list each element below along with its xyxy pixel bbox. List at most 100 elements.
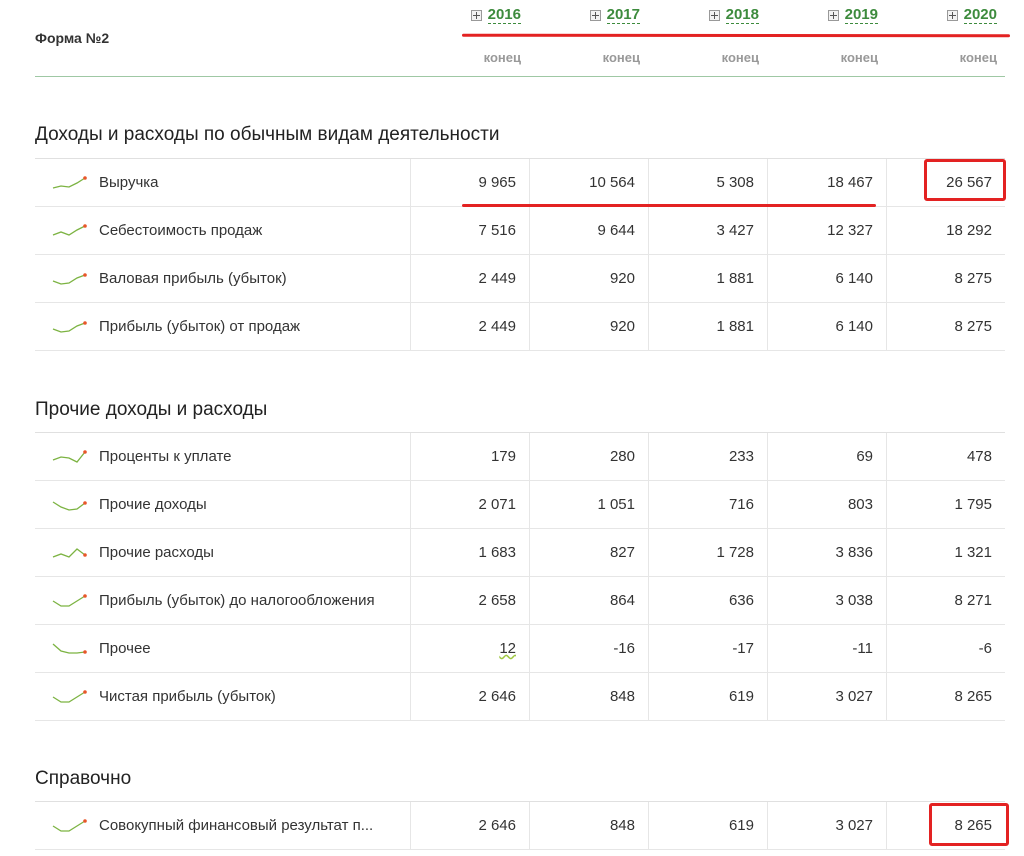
sparkline-icon[interactable]: [52, 449, 88, 465]
cell-value: 1 881: [716, 318, 754, 335]
sparkline-icon[interactable]: [52, 223, 88, 239]
sparkline-icon[interactable]: [52, 271, 88, 287]
sparkline-icon[interactable]: [52, 175, 88, 191]
value-cell: 1 728: [648, 529, 766, 576]
value-cell: 3 027: [767, 802, 885, 849]
year-label[interactable]: 2016: [487, 6, 521, 24]
value-cell: 827: [529, 529, 647, 576]
table-row: Прочие доходы 2 071 1 051 716 803 1 795: [35, 481, 1005, 529]
cell-value: 6 140: [835, 270, 873, 287]
cell-value: 18 292: [946, 222, 992, 239]
period-label: конец: [959, 50, 997, 65]
value-cell: 2 071: [410, 481, 528, 528]
row-label: Прочее: [99, 640, 151, 657]
value-cell: 69: [767, 433, 885, 480]
value-cell: 280: [529, 433, 647, 480]
table-row: Прочее 12 -16 -17 -11 -6: [35, 625, 1005, 673]
sparkline-icon[interactable]: [52, 319, 88, 335]
row-label: Прочие доходы: [99, 496, 207, 513]
plus-square-icon[interactable]: [589, 9, 601, 21]
year-toggle-2016[interactable]: 2016: [470, 6, 521, 24]
row-label: Совокупный финансовый результат п...: [99, 817, 374, 834]
cell-value: 2 071: [478, 496, 516, 513]
cell-value: 69: [856, 448, 873, 465]
year-column-2019: 2019 конец: [767, 0, 885, 76]
value-cell: 9 965: [410, 159, 528, 206]
cell-value: 3 427: [716, 222, 754, 239]
plus-square-icon[interactable]: [827, 9, 839, 21]
cell-value: 6 140: [835, 318, 873, 335]
cell-value: 12 327: [827, 222, 873, 239]
value-cell: 3 027: [767, 673, 885, 720]
form-title: Форма №2: [35, 30, 110, 46]
value-cell: 1 795: [886, 481, 1004, 528]
value-cell: 1 881: [648, 303, 766, 350]
plus-square-icon[interactable]: [470, 9, 482, 21]
table-row: Прибыль (убыток) до налогообложения 2 65…: [35, 577, 1005, 625]
row-name-cell: Прочие доходы: [35, 481, 410, 528]
cell-value: 12: [499, 640, 516, 657]
year-column-2016: 2016 конец: [410, 0, 528, 76]
table-row: Прибыль (убыток) от продаж 2 449 920 1 8…: [35, 303, 1005, 351]
value-cell: 18 292: [886, 207, 1004, 254]
row-name-cell: Прибыль (убыток) от продаж: [35, 303, 410, 350]
value-cell: 2 658: [410, 577, 528, 624]
year-toggle-2018[interactable]: 2018: [708, 6, 759, 24]
value-cell: 920: [529, 303, 647, 350]
table-row: Совокупный финансовый результат п... 2 6…: [35, 802, 1005, 850]
sparkline-icon[interactable]: [52, 545, 88, 561]
year-column-2020: 2020 конец: [886, 0, 1004, 76]
sparkline-icon[interactable]: [52, 818, 88, 834]
value-cell: 8 265: [886, 673, 1004, 720]
cell-value: 920: [609, 270, 635, 287]
value-cell: 179: [410, 433, 528, 480]
period-label: конец: [483, 50, 521, 65]
year-label[interactable]: 2018: [725, 6, 759, 24]
value-cell: 8 275: [886, 255, 1004, 302]
cell-value: -11: [852, 640, 873, 657]
value-cell: 9 644: [529, 207, 647, 254]
year-column-2017: 2017 конец: [529, 0, 647, 76]
row-name-cell: Совокупный финансовый результат п...: [35, 802, 410, 849]
cell-value: -16: [613, 640, 635, 657]
row-name-cell: Валовая прибыль (убыток): [35, 255, 410, 302]
cell-value: 2 658: [478, 592, 516, 609]
cell-value: 10 564: [589, 174, 635, 191]
year-toggle-2017[interactable]: 2017: [589, 6, 640, 24]
sparkline-icon[interactable]: [52, 497, 88, 513]
value-cell: 8 271: [886, 577, 1004, 624]
table-row: Выручка 9 965 10 564 5 308 18 467 26 567: [35, 159, 1005, 207]
year-toggle-2020[interactable]: 2020: [946, 6, 997, 24]
row-label: Себестоимость продаж: [99, 222, 263, 239]
plus-square-icon[interactable]: [946, 9, 958, 21]
cell-value: 864: [609, 592, 635, 609]
year-toggle-2019[interactable]: 2019: [827, 6, 878, 24]
value-cell: 2 449: [410, 255, 528, 302]
row-label: Проценты к уплате: [99, 448, 232, 465]
value-cell: 6 140: [767, 255, 885, 302]
sparkline-icon[interactable]: [52, 641, 88, 657]
year-label[interactable]: 2019: [844, 6, 878, 24]
sparkline-icon[interactable]: [52, 689, 88, 705]
year-label[interactable]: 2017: [606, 6, 640, 24]
value-cell: 1 051: [529, 481, 647, 528]
section-title: Справочно: [35, 768, 132, 789]
section-title: Прочие доходы и расходы: [35, 399, 268, 420]
cell-value: 18 467: [827, 174, 873, 191]
cell-value: 2 449: [478, 318, 516, 335]
value-cell: 3 038: [767, 577, 885, 624]
year-label[interactable]: 2020: [963, 6, 997, 24]
plus-square-icon[interactable]: [708, 9, 720, 21]
cell-value: 7 516: [478, 222, 516, 239]
period-label: конец: [840, 50, 878, 65]
row-name-cell: Прочие расходы: [35, 529, 410, 576]
row-name-cell: Себестоимость продаж: [35, 207, 410, 254]
cell-value: 9 965: [478, 174, 516, 191]
value-cell: 6 140: [767, 303, 885, 350]
cell-value: 8 265: [954, 688, 992, 705]
value-cell: 12: [410, 625, 528, 672]
cell-value: 619: [728, 817, 754, 834]
value-cell: 619: [648, 802, 766, 849]
value-cell: 3 427: [648, 207, 766, 254]
sparkline-icon[interactable]: [52, 593, 88, 609]
